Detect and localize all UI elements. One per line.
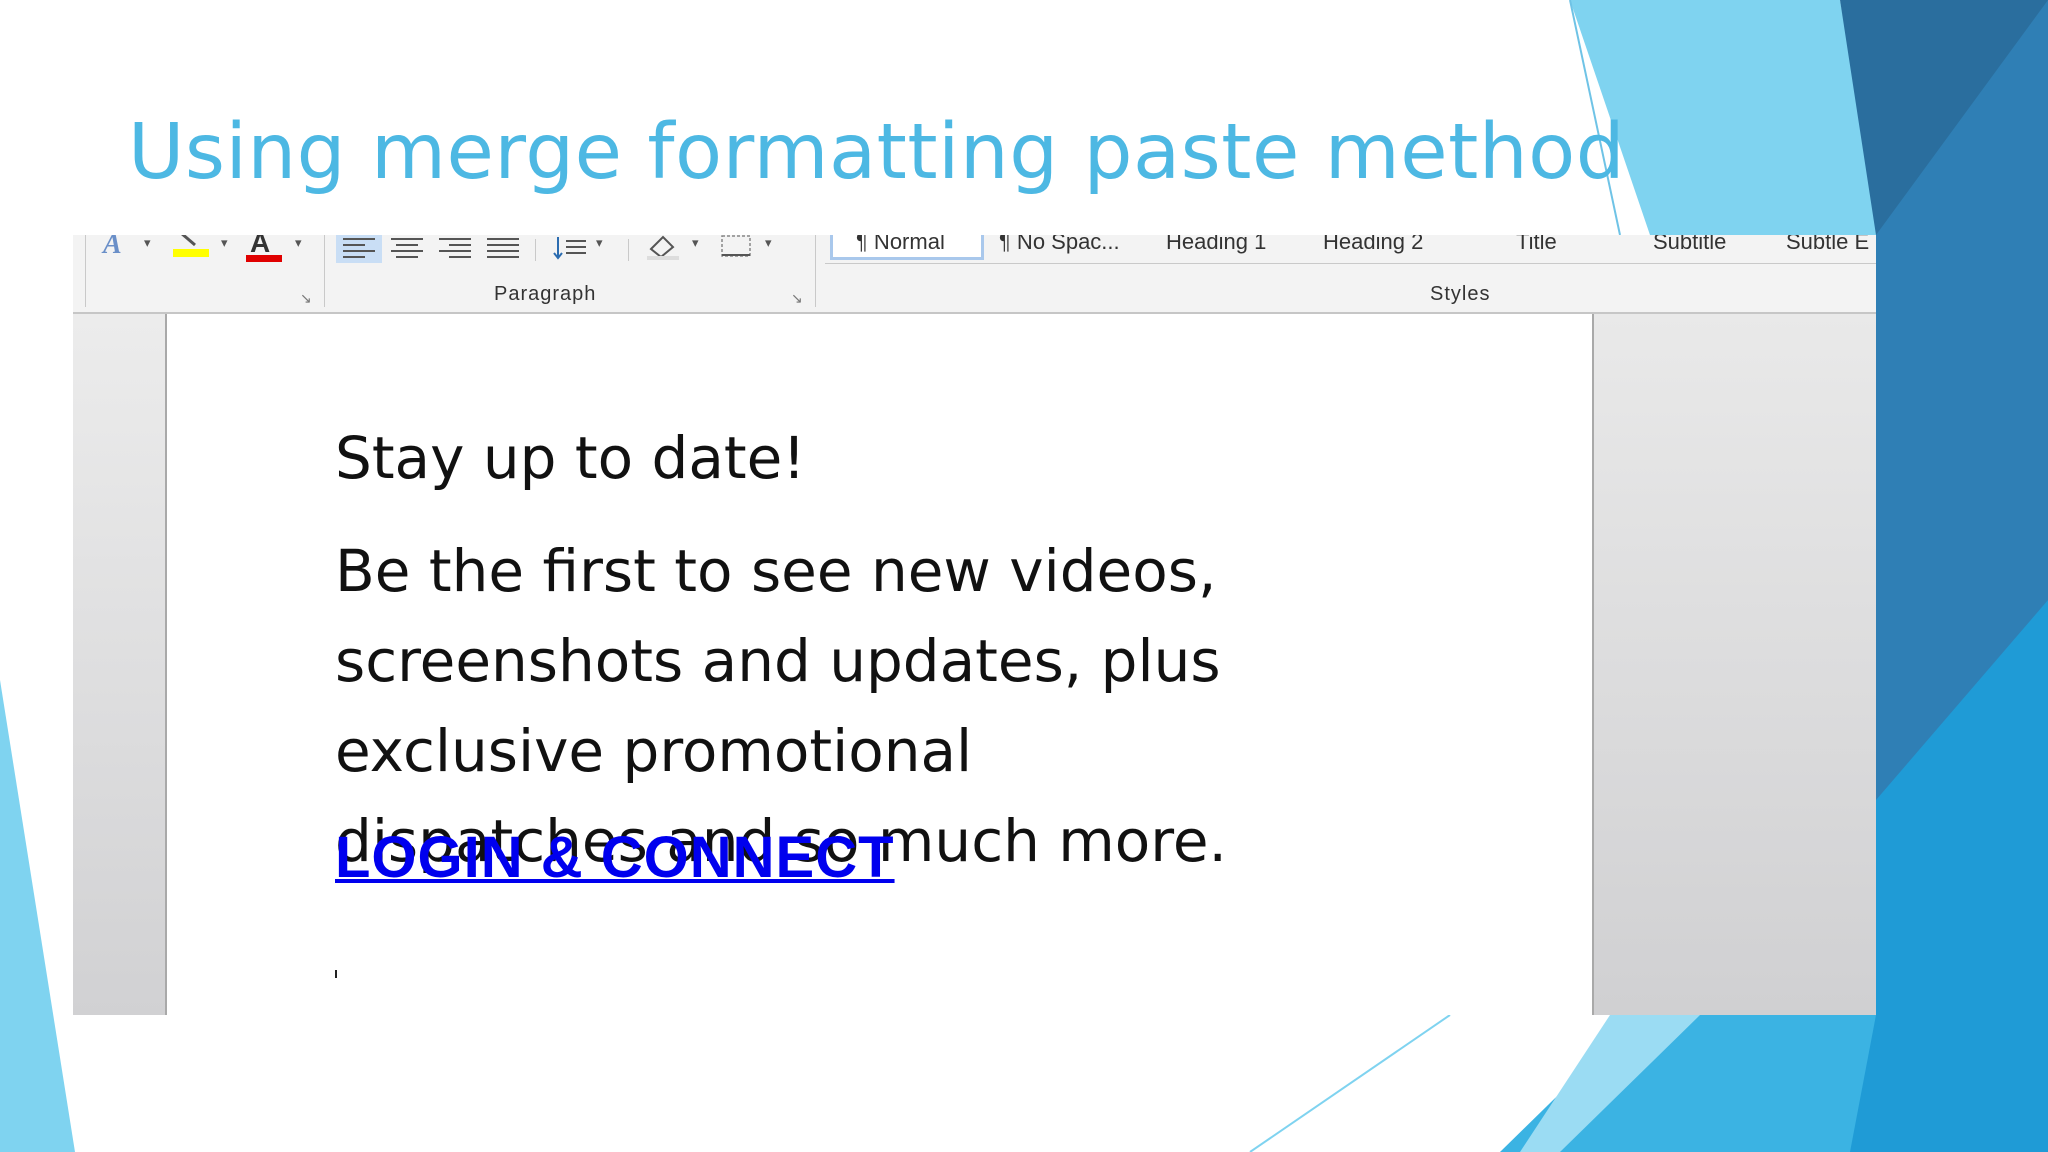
ribbon: A ▾ ▾ A ▾ ↘ ▾ ▾ ▾ Paragraph ↘ ¶ Normal ¶…: [73, 235, 1876, 314]
style-title[interactable]: Title: [1516, 235, 1557, 255]
paragraph-dialog-launcher-icon[interactable]: ↘: [791, 290, 803, 307]
paragraph-group-label: Paragraph: [494, 283, 597, 305]
word-screenshot: A ▾ ▾ A ▾ ↘ ▾ ▾ ▾ Paragraph ↘ ¶ Normal ¶…: [73, 235, 1876, 1015]
justify-icon[interactable]: [487, 237, 519, 264]
font-color-dropdown-caret[interactable]: ▾: [295, 235, 302, 251]
text-effects-icon[interactable]: A: [103, 235, 122, 261]
ribbon-separator: [324, 235, 325, 307]
borders-dropdown-caret[interactable]: ▾: [765, 235, 772, 251]
styles-group-label: Styles: [1430, 283, 1491, 305]
style-normal[interactable]: ¶ Normal: [856, 235, 945, 255]
document-page[interactable]: Stay up to date! Be the first to see new…: [167, 314, 1594, 1015]
font-color-swatch: [246, 255, 282, 262]
ribbon-separator: [535, 239, 536, 261]
style-subtitle[interactable]: Subtitle: [1653, 235, 1726, 255]
text-cursor: [335, 970, 337, 978]
body-line: Be the first to see new videos,: [335, 537, 1217, 605]
document-workarea: Stay up to date! Be the first to see new…: [73, 314, 1876, 1015]
body-line: screenshots and updates, plus: [335, 627, 1221, 695]
highlight-dropdown-caret[interactable]: ▾: [221, 235, 228, 251]
ribbon-separator: [815, 235, 816, 307]
style-heading-1[interactable]: Heading 1: [1166, 235, 1266, 255]
align-left-icon[interactable]: [343, 237, 375, 264]
style-subtle-emphasis[interactable]: Subtle E: [1786, 235, 1869, 255]
deco-shape-left: [0, 680, 75, 1152]
ribbon-separator: [85, 235, 86, 307]
document-heading: Stay up to date!: [335, 424, 806, 492]
style-heading-2[interactable]: Heading 2: [1323, 235, 1423, 255]
login-connect-link[interactable]: LOGIN & CONNECT: [335, 824, 895, 891]
body-line: exclusive promotional: [335, 717, 973, 785]
line-spacing-icon[interactable]: [553, 235, 587, 266]
shading-icon[interactable]: [645, 235, 681, 266]
highlight-color-icon[interactable]: [173, 235, 209, 264]
left-gutter: [73, 314, 167, 1015]
style-no-spacing[interactable]: ¶ No Spac...: [999, 235, 1120, 255]
ribbon-separator: [628, 239, 629, 261]
shading-dropdown-caret[interactable]: ▾: [692, 235, 699, 251]
align-center-icon[interactable]: [391, 237, 423, 264]
slide-title: Using merge formatting paste method: [128, 108, 1626, 197]
font-dialog-launcher-icon[interactable]: ↘: [300, 290, 312, 307]
deco-line-bottom: [1249, 1014, 1451, 1152]
text-effects-dropdown-caret[interactable]: ▾: [144, 235, 151, 251]
line-spacing-dropdown-caret[interactable]: ▾: [596, 235, 603, 251]
borders-icon[interactable]: [721, 235, 753, 264]
align-right-icon[interactable]: [439, 237, 471, 264]
